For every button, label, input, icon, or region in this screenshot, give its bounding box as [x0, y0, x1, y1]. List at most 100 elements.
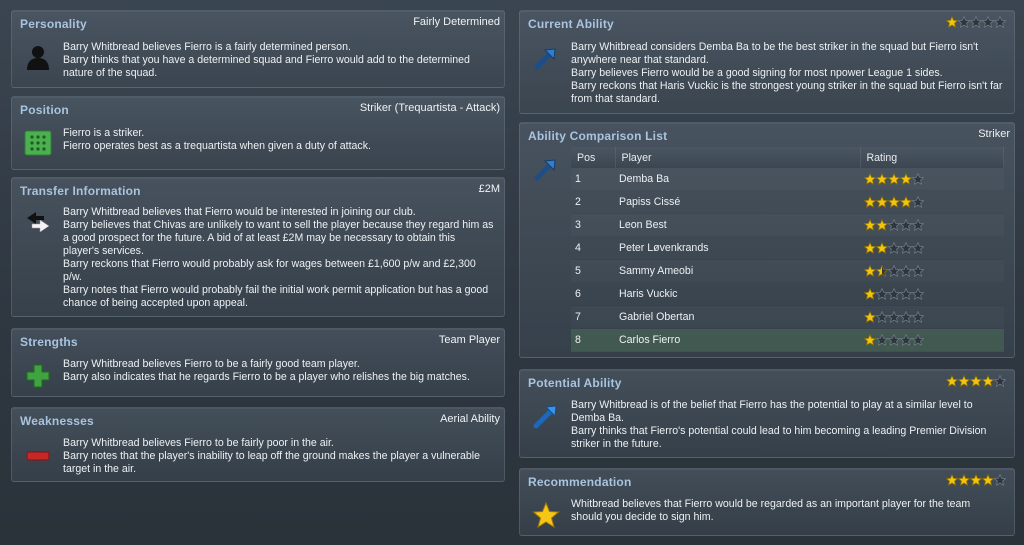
weaknesses-title: Weaknesses — [20, 414, 94, 428]
comparison-row[interactable]: 5 Sammy Ameobi — [571, 259, 1004, 283]
ability-arrow-icon — [534, 48, 556, 70]
star-empty-icon — [970, 16, 982, 28]
personality-line: Barry Whitbread believes Fierro is a fai… — [63, 41, 351, 53]
star-filled-icon — [864, 311, 876, 323]
transfer-arrows-icon — [27, 212, 50, 233]
star-empty-icon — [912, 196, 924, 208]
star-empty-icon — [912, 265, 924, 277]
row-player-name[interactable]: Gabriel Obertan — [615, 305, 860, 329]
comparison-row[interactable]: 7 Gabriel Obertan — [571, 305, 1004, 329]
row-pos: 5 — [571, 259, 615, 283]
weaknesses-body: Barry Whitbread believes Fierro to be fa… — [63, 437, 494, 476]
row-player-name[interactable]: Sammy Ameobi — [615, 259, 860, 283]
star-filled-icon — [900, 173, 912, 185]
star-empty-icon — [876, 288, 888, 300]
star-empty-icon — [994, 474, 1006, 486]
row-rating — [860, 168, 1004, 191]
star-empty-icon — [912, 242, 924, 254]
position-panel: Position Striker (Trequartista - Attack)… — [11, 96, 505, 170]
comparison-row[interactable]: 1 Demba Ba — [571, 168, 1004, 191]
strengths-title: Strengths — [20, 335, 78, 349]
row-player-name[interactable]: Haris Vuckic — [615, 282, 860, 306]
current-ability-line: Barry reckons that Haris Vuckic is the s… — [571, 80, 1003, 105]
star-empty-icon — [900, 311, 912, 323]
personality-value: Fairly Determined — [413, 16, 500, 28]
potential-ability-body: Barry Whitbread is of the belief that Fi… — [571, 399, 1004, 451]
rating-stars — [864, 168, 1004, 190]
row-player-name[interactable]: Demba Ba — [615, 168, 860, 191]
recommendation-stars — [946, 474, 1006, 486]
star-empty-icon — [888, 219, 900, 231]
potential-arrow-icon — [533, 405, 557, 429]
star-filled-icon — [876, 242, 888, 254]
row-pos: 4 — [571, 236, 615, 260]
weaknesses-panel: Weaknesses Aerial Ability Barry Whitbrea… — [11, 407, 505, 482]
star-empty-icon — [888, 242, 900, 254]
star-empty-icon — [900, 242, 912, 254]
star-filled-icon — [888, 173, 900, 185]
star-empty-icon — [982, 16, 994, 28]
pos-column-header[interactable]: Pos — [571, 147, 616, 168]
comparison-row[interactable]: 6 Haris Vuckic — [571, 282, 1004, 306]
comparison-row[interactable]: 2 Papiss Cissé — [571, 190, 1004, 214]
row-pos: 2 — [571, 190, 615, 214]
row-pos: 6 — [571, 282, 615, 306]
row-player-name[interactable]: Papiss Cissé — [615, 190, 860, 214]
comparison-row[interactable]: 4 Peter Løvenkrands — [571, 236, 1004, 260]
row-rating — [860, 190, 1004, 214]
position-line: Fierro operates best as a trequartista w… — [63, 140, 371, 152]
transfer-line: Barry believes that Chivas are unlikely … — [63, 219, 494, 257]
row-player-name[interactable]: Carlos Fierro — [615, 328, 860, 352]
rating-stars — [864, 191, 1004, 213]
star-empty-icon — [900, 334, 912, 346]
transfer-line: Barry Whitbread believes that Fierro wou… — [63, 206, 416, 218]
star-filled-icon — [876, 173, 888, 185]
star-filled-icon — [864, 173, 876, 185]
minus-icon — [26, 451, 50, 461]
current-ability-line: Barry Whitbread considers Demba Ba to be… — [571, 41, 979, 66]
row-player-name[interactable]: Leon Best — [615, 213, 860, 237]
star-filled-icon — [970, 375, 982, 387]
current-ability-stars — [946, 16, 1006, 28]
star-filled-icon — [864, 265, 876, 277]
current-ability-panel: Current Ability Barry Whitbread consider… — [519, 10, 1015, 114]
star-empty-icon — [912, 173, 924, 185]
star-empty-icon — [912, 334, 924, 346]
current-ability-body: Barry Whitbread considers Demba Ba to be… — [571, 41, 1004, 106]
transfer-line: Barry reckons that Fierro would probably… — [63, 258, 476, 283]
comparison-row[interactable]: 8 Carlos Fierro — [571, 328, 1004, 352]
comparison-title: Ability Comparison List — [528, 129, 668, 143]
row-pos: 8 — [571, 328, 615, 352]
person-silhouette-icon — [27, 46, 49, 70]
star-empty-icon — [912, 288, 924, 300]
star-half-icon — [876, 265, 888, 277]
star-filled-icon — [900, 196, 912, 208]
recommendation-title: Recommendation — [528, 475, 632, 489]
star-empty-icon — [912, 311, 924, 323]
personality-body: Barry Whitbread believes Fierro is a fai… — [63, 41, 494, 80]
row-pos: 3 — [571, 213, 615, 237]
star-filled-icon — [888, 196, 900, 208]
row-player-name[interactable]: Peter Løvenkrands — [615, 236, 860, 260]
player-column-header[interactable]: Player — [615, 147, 861, 168]
personality-line: Barry thinks that you have a determined … — [63, 54, 470, 79]
transfer-value: £2M — [478, 183, 500, 195]
row-rating — [860, 328, 1004, 352]
comparison-table: Pos Player Rating 1 Demba Ba 2 Papiss Cissé… — [571, 147, 1004, 352]
star-filled-icon — [946, 375, 958, 387]
star-empty-icon — [994, 375, 1006, 387]
strengths-line: Barry also indicates that he regards Fie… — [63, 371, 470, 383]
star-empty-icon — [912, 219, 924, 231]
potential-ability-panel: Potential Ability Barry Whitbread is of … — [519, 369, 1015, 458]
star-filled-icon — [864, 288, 876, 300]
comparison-table-body: 1 Demba Ba 2 Papiss Cissé 3 Leon Best 4 Peter L… — [571, 168, 1004, 352]
strengths-value: Team Player — [438, 334, 500, 346]
gold-star-icon — [532, 501, 560, 529]
weaknesses-line: Barry Whitbread believes Fierro to be fa… — [63, 437, 334, 449]
position-title: Position — [20, 103, 69, 117]
rating-column-header[interactable]: Rating — [860, 147, 1004, 168]
comparison-header-row: Pos Player Rating — [571, 147, 1004, 168]
comparison-row[interactable]: 3 Leon Best — [571, 213, 1004, 237]
rating-stars — [864, 306, 1004, 328]
star-empty-icon — [888, 311, 900, 323]
